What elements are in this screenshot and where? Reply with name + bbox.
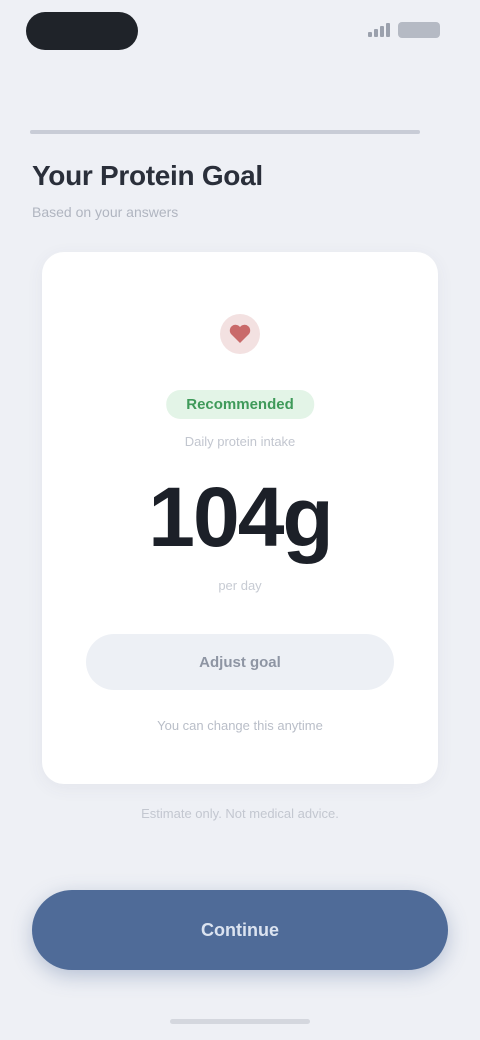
protein-goal-value: 104g — [148, 470, 333, 564]
progress-bar — [30, 130, 420, 134]
adjust-goal-button[interactable]: Adjust goal — [86, 634, 394, 690]
status-icons — [368, 22, 440, 38]
home-indicator — [170, 1019, 310, 1024]
recommended-badge: Recommended — [166, 390, 314, 419]
dynamic-island — [26, 12, 138, 50]
progress-fill — [30, 130, 420, 134]
page-subtitle: Based on your answers — [32, 204, 179, 220]
battery-icon — [398, 22, 440, 38]
status-bar — [0, 0, 480, 60]
result-unit-caption: per day — [218, 578, 262, 593]
result-caption: Daily protein intake — [184, 434, 296, 449]
screen: Your Protein Goal Based on your answers … — [0, 0, 480, 1040]
disclaimer: Estimate only. Not medical advice. — [141, 806, 339, 821]
continue-button[interactable]: Continue — [32, 890, 448, 970]
page-title: Your Protein Goal — [32, 160, 263, 191]
heart-icon — [210, 304, 270, 364]
result-card: Recommended Daily protein intake 104g pe… — [42, 252, 438, 784]
card-footnote: You can change this anytime — [157, 718, 323, 733]
signal-icon — [368, 23, 390, 37]
